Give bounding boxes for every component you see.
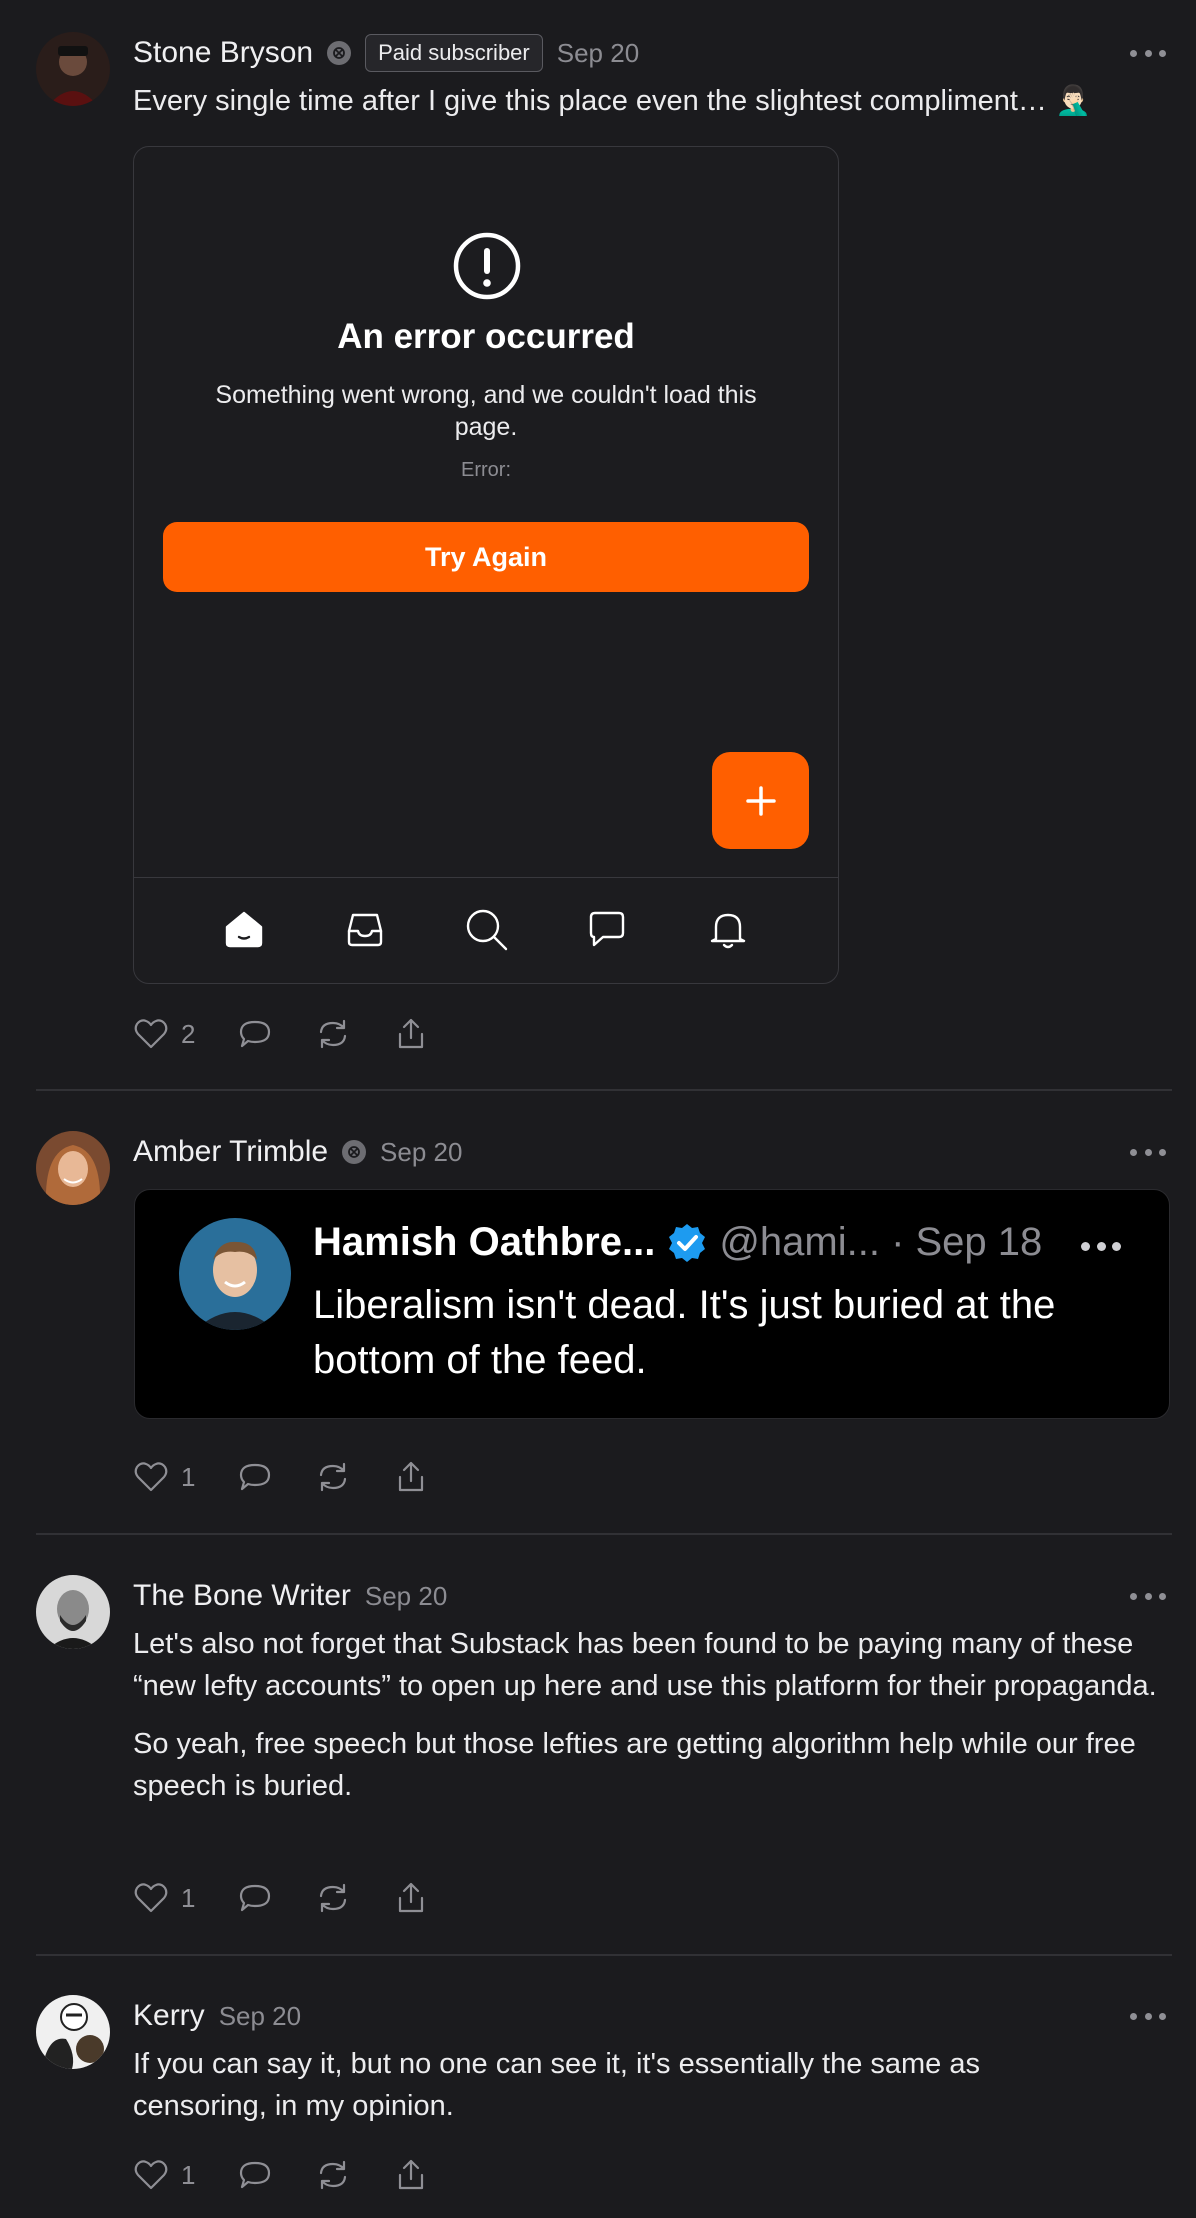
quoted-more-icon[interactable]	[1081, 1242, 1121, 1252]
comment-button[interactable]	[237, 2157, 273, 2193]
like-count: 1	[181, 1882, 196, 1913]
home-icon	[226, 911, 263, 948]
post-date[interactable]: Sep 20	[557, 38, 639, 69]
quoted-note[interactable]: Hamish Oathbre... @hami... · Sep 18 Libe…	[134, 1189, 1170, 1419]
avatar[interactable]	[36, 1131, 110, 1205]
paragraph: Let's also not forget that Substack has …	[133, 1628, 1157, 1702]
like-button[interactable]: 1	[133, 1459, 195, 1495]
tab-chat[interactable]	[583, 905, 631, 958]
more-options-icon[interactable]	[1130, 1589, 1166, 1603]
more-options-icon[interactable]	[1130, 46, 1166, 60]
error-title: An error occurred	[337, 317, 635, 356]
post-stone-bryson: Stone Bryson Paid subscriber Sep 20 Ever…	[0, 0, 1196, 1091]
comment-icon	[240, 1884, 271, 1912]
like-button[interactable]: 2	[133, 1016, 195, 1052]
inbox-icon	[347, 913, 383, 947]
quoted-text: Liberalism isn't dead. It's just buried …	[313, 1283, 1056, 1382]
subscriber-badge-icon	[327, 41, 352, 65]
post-date[interactable]: Sep 20	[219, 2001, 301, 2032]
avatar[interactable]	[36, 1575, 110, 1649]
tab-inbox[interactable]	[341, 905, 389, 958]
comment-icon	[240, 1020, 271, 1048]
restack-button[interactable]	[315, 1880, 351, 1916]
share-button[interactable]	[393, 2157, 429, 2193]
verified-icon	[669, 1223, 706, 1262]
share-button[interactable]	[393, 1459, 429, 1495]
search-icon	[466, 909, 508, 951]
embedded-error-screenshot[interactable]: An error occurred Something went wrong, …	[133, 146, 839, 984]
restack-icon	[320, 1019, 347, 1049]
post-kerry: Kerry Sep 20 If you can say it, but no o…	[0, 1955, 1196, 2218]
chat-icon	[589, 911, 624, 947]
post-actions: 2	[133, 1014, 471, 1054]
post-amber-trimble: Amber Trimble Sep 20 Hamish Oathbre... @…	[0, 1091, 1196, 1535]
restack-button[interactable]	[315, 2157, 351, 2193]
post-header: Amber Trimble Sep 20	[133, 1131, 462, 1173]
author-name[interactable]: Amber Trimble	[133, 1135, 328, 1169]
author-name[interactable]: The Bone Writer	[133, 1579, 351, 1613]
author-name[interactable]: Kerry	[133, 1999, 205, 2033]
heart-icon	[134, 1019, 168, 1049]
restack-button[interactable]	[315, 1459, 351, 1495]
restack-icon	[320, 2160, 347, 2190]
heart-icon	[134, 1883, 168, 1913]
compose-fab-button[interactable]	[712, 752, 809, 849]
error-icon	[453, 232, 521, 300]
bottom-tab-bar	[134, 877, 838, 983]
post-header: The Bone Writer Sep 20	[133, 1575, 447, 1617]
like-count: 1	[181, 2159, 196, 2190]
post-header: Kerry Sep 20	[133, 1995, 301, 2037]
post-the-bone-writer: The Bone Writer Sep 20 Let's also not fo…	[0, 1535, 1196, 1956]
bell-icon	[710, 913, 745, 949]
quoted-header: Hamish Oathbre... @hami... · Sep 18	[313, 1220, 1042, 1265]
post-text: If you can say it, but no one can see it…	[133, 2048, 980, 2122]
avatar[interactable]	[36, 1995, 110, 2069]
post-date[interactable]: Sep 20	[380, 1137, 462, 1168]
comment-button[interactable]	[237, 1459, 273, 1495]
like-button[interactable]: 1	[133, 1880, 195, 1916]
quoted-handle-date: @hami... · Sep 18	[719, 1220, 1043, 1264]
quoted-author-name: Hamish Oathbre...	[313, 1220, 656, 1264]
heart-icon	[134, 1462, 168, 1492]
like-button[interactable]: 1	[133, 2157, 195, 2193]
post-actions: 1	[133, 1878, 471, 1918]
share-icon	[399, 2159, 424, 2190]
quoted-author-avatar	[179, 1218, 291, 1330]
share-icon	[399, 1882, 424, 1913]
avatar[interactable]	[36, 32, 110, 106]
more-options-icon[interactable]	[1130, 1145, 1166, 1159]
more-options-icon[interactable]	[1130, 2009, 1166, 2023]
error-code: Error:	[461, 459, 511, 481]
restack-icon	[320, 1462, 347, 1492]
share-icon	[399, 1461, 424, 1492]
restack-button[interactable]	[315, 1016, 351, 1052]
share-icon	[399, 1018, 424, 1049]
post-header: Stone Bryson Paid subscriber Sep 20	[133, 32, 639, 74]
error-message: Something went wrong, and we couldn't lo…	[215, 381, 757, 441]
plus-icon	[745, 785, 776, 816]
post-actions: 1	[133, 2155, 471, 2195]
heart-icon	[134, 2160, 168, 2190]
share-button[interactable]	[393, 1880, 429, 1916]
tab-notifications[interactable]	[704, 905, 752, 958]
comment-button[interactable]	[237, 1016, 273, 1052]
paid-subscriber-badge: Paid subscriber	[365, 34, 543, 72]
subscriber-badge-icon	[342, 1140, 367, 1164]
like-count: 1	[181, 1461, 196, 1492]
tab-home[interactable]	[220, 905, 268, 958]
comment-icon	[240, 2161, 271, 2189]
tab-search[interactable]	[462, 905, 510, 958]
comment-icon	[240, 1463, 271, 1491]
author-name[interactable]: Stone Bryson	[133, 36, 313, 70]
try-again-button[interactable]: Try Again	[163, 522, 809, 592]
comment-button[interactable]	[237, 1880, 273, 1916]
post-date[interactable]: Sep 20	[365, 1581, 447, 1612]
post-actions: 1	[133, 1457, 471, 1497]
like-count: 2	[181, 1018, 196, 1049]
share-button[interactable]	[393, 1016, 429, 1052]
paragraph: So yeah, free speech but those lefties a…	[133, 1728, 1136, 1802]
post-text: Every single time after I give this plac…	[133, 85, 1092, 117]
restack-icon	[320, 1883, 347, 1913]
post-text: Let's also not forget that Substack has …	[133, 1623, 1160, 1807]
